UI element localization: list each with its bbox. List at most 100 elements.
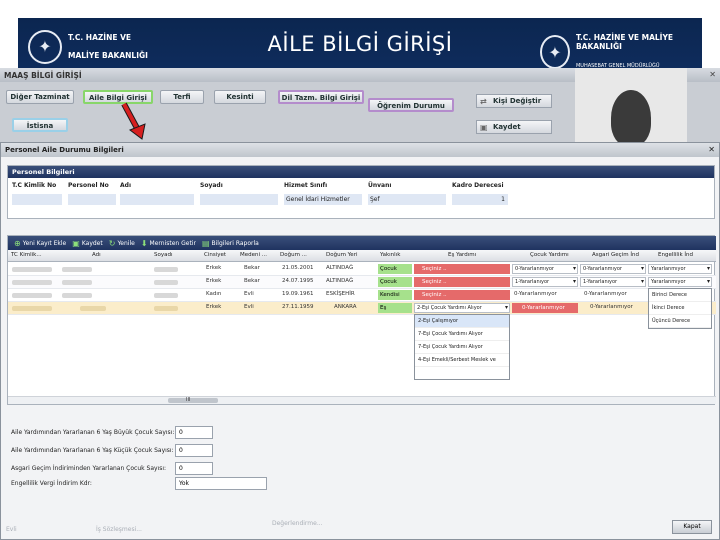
ghost-text-left: Evli	[6, 526, 17, 533]
close-icon[interactable]: ✕	[708, 145, 715, 154]
col-medeni[interactable]: Medeni ...	[240, 252, 267, 258]
yenile-button[interactable]: ↻ Yenile	[109, 239, 135, 248]
istisna-button[interactable]: İstisna	[12, 118, 68, 132]
table-row-selected[interactable]: Erkek Evli 27.11.1959 ANKARA Eş 2-Eşi Ço…	[8, 302, 716, 315]
col-dogum[interactable]: Doğum ...	[280, 252, 307, 258]
dil-tazminat-button[interactable]: Dil Tazm. Bilgi Girişi	[278, 90, 364, 104]
buyuk-cocuk-input[interactable]: 0	[175, 426, 213, 439]
redacted-soyadi	[154, 267, 178, 272]
engellilik-option[interactable]: Üçüncü Derece	[649, 315, 711, 328]
redacted-tc	[12, 293, 52, 298]
kucuk-cocuk-label: Aile Yardımından Yararlanan 6 Yaş Küçük …	[11, 447, 174, 454]
cell-yakinlik[interactable]: Kendisi	[378, 290, 412, 300]
col-adi[interactable]: Adı	[92, 252, 101, 258]
cell-cinsiyet: Erkek	[206, 278, 222, 284]
cell-medeni: Bekar	[244, 265, 260, 271]
engellilik-option[interactable]: Birinci Derece	[649, 289, 711, 302]
person-swap-icon: ⇄	[480, 97, 487, 106]
kucuk-cocuk-input[interactable]: 0	[175, 444, 213, 457]
kisi-degistir-button[interactable]: ⇄ Kişi Değiştir	[476, 94, 552, 108]
col-es-yardimi[interactable]: Eş Yardımı	[448, 252, 476, 258]
kaydet-button[interactable]: ▣ Kaydet	[476, 120, 552, 134]
cell-yakinlik[interactable]: Çocuk	[378, 277, 412, 287]
avatar	[611, 90, 651, 146]
es-yardimi-select[interactable]: 2-Eşi Çocuk Yardımı Alıyor	[414, 303, 510, 313]
engellilik-select[interactable]: Yararlanmıyor	[648, 277, 712, 287]
asgari-gecim-select[interactable]: 0-Yararlanmıyor	[580, 264, 646, 274]
cell-cinsiyet: Kadın	[206, 291, 222, 297]
bilgileri-raporla-button[interactable]: ▤ Bilgileri Raporla	[202, 239, 259, 248]
kisi-degistir-label: Kişi Değiştir	[493, 97, 542, 105]
window-title-text: MAAŞ BİLGİ GİRİŞİ	[4, 71, 82, 80]
terfi-button[interactable]: Terfi	[160, 90, 204, 104]
col-yakinlik[interactable]: Yakınlık	[380, 252, 400, 258]
grid-column-headers: TC Kimlik... Adı Soyadı Cinsiyet Medeni …	[8, 250, 716, 262]
col-cinsiyet[interactable]: Cinsiyet	[204, 252, 226, 258]
table-row[interactable]: Erkek Bekar 21.05.2001 ALTINDAĞ Çocuk Se…	[8, 263, 716, 276]
close-icon[interactable]: ✕	[709, 70, 716, 79]
yeni-kayit-button[interactable]: ⊕ Yeni Kayıt Ekle	[14, 239, 66, 248]
es-yardimi-option[interactable]: 2-Eşi Çalışmıyor	[415, 315, 509, 328]
soyadi-value	[200, 194, 278, 205]
personel-no-label: Personel No	[68, 182, 109, 189]
refresh-icon: ↻	[108, 238, 116, 248]
table-row[interactable]: Erkek Bekar 24.07.1995 ALTINDAĞ Çocuk Se…	[8, 276, 716, 289]
asgari-gecim-select[interactable]: 1-Yararlanıyor	[580, 277, 646, 287]
asgari-cocuk-label: Asgari Geçim İndiriminden Yararlanan Çoc…	[11, 465, 167, 472]
unvani-value: Şef	[368, 194, 446, 205]
redacted-tc	[12, 267, 52, 272]
cell-dogum-yeri: ANKARA	[334, 304, 357, 310]
es-yardimi-option[interactable]: 4-Eşi Emekli/Serbest Meslek ve	[415, 354, 509, 367]
diger-tazminat-button[interactable]: Diğer Tazminat	[6, 90, 74, 104]
aile-grid-panel: ⊕ Yeni Kayıt Ekle ▣ Kaydet ↻ Yenile ⬇ Mernis…	[7, 235, 716, 405]
es-yardimi-option[interactable]: 7-Eşi Çocuk Yardımı Alıyor	[415, 328, 509, 341]
cell-cocuk-yardimi[interactable]: 0-Yararlanmıyor	[512, 303, 578, 313]
cell-cocuk-yardimi[interactable]: 0-Yararlanmıyor	[514, 291, 557, 297]
cocuk-yardimi-select[interactable]: 0-Yararlanmıyor	[512, 264, 578, 274]
personel-no-value	[68, 194, 116, 205]
mernisten-getir-button[interactable]: ⬇ Mernisten Getir	[141, 239, 196, 248]
cocuk-yardimi-select[interactable]: 1-Yararlanıyor	[512, 277, 578, 287]
red-arrow-annotation	[121, 102, 146, 140]
add-icon: ⊕	[14, 238, 21, 248]
engellilik-option[interactable]: İkinci Derece	[649, 302, 711, 315]
table-row[interactable]: Kadın Evli 19.09.1961 ESKİŞEHİR Kendisi …	[8, 289, 716, 302]
col-engellilik[interactable]: Engellilik İnd	[658, 252, 693, 258]
col-asgari-gecim[interactable]: Asgari Geçim İnd	[592, 252, 639, 258]
cell-es-yardimi[interactable]: Seçiniz ..	[414, 264, 510, 274]
kaydet-label: Kaydet	[493, 123, 521, 131]
hizmet-sinifi-label: Hizmet Sınıfı	[284, 182, 328, 189]
kesinti-button[interactable]: Kesinti	[214, 90, 266, 104]
horizontal-scrollbar[interactable]: III	[8, 396, 716, 404]
es-yardimi-option[interactable]: 7-Eşi Çocuk Yardımı Alıyor	[415, 341, 509, 354]
kadro-derecesi-label: Kadro Derecesi	[452, 182, 504, 189]
cell-asgari-gecim[interactable]: 0-Yararlanmıyor	[584, 291, 627, 297]
grid-kaydet-button[interactable]: ▣ Kaydet	[72, 239, 102, 248]
cell-asgari-gecim[interactable]: 0-Yararlanmıyor	[590, 304, 633, 310]
kadro-derecesi-value: 1	[452, 194, 508, 205]
cell-yakinlik[interactable]: Eş	[378, 303, 412, 313]
col-cocuk-yardimi[interactable]: Çocuk Yardımı	[530, 252, 569, 258]
scrollbar-thumb[interactable]	[168, 398, 218, 403]
cell-yakinlik[interactable]: Çocuk	[378, 264, 412, 274]
download-icon: ⬇	[140, 238, 148, 248]
ministry-emblem-icon: ✦	[540, 35, 570, 69]
cell-es-yardimi[interactable]: Seçiniz ..	[414, 277, 510, 287]
redacted-adi	[62, 293, 92, 298]
personnel-photo	[575, 68, 687, 148]
engellilik-select[interactable]: Yararlanmıyor	[648, 264, 712, 274]
asgari-cocuk-input[interactable]: 0	[175, 462, 213, 475]
cell-cinsiyet: Erkek	[206, 304, 222, 310]
kapat-button[interactable]: Kapat	[672, 520, 712, 534]
col-soyadi[interactable]: Soyadı	[154, 252, 173, 258]
redacted-adi	[62, 267, 92, 272]
col-dogum-yeri[interactable]: Doğum Yeri	[326, 252, 358, 258]
redacted-tc	[12, 280, 52, 285]
cell-dogum-yeri: ALTINDAĞ	[326, 278, 354, 284]
ogrenim-durumu-button[interactable]: Öğrenim Durumu	[368, 98, 454, 112]
col-tc[interactable]: TC Kimlik...	[11, 252, 42, 258]
cell-es-yardimi[interactable]: Seçiniz ..	[414, 290, 510, 300]
cell-dogum: 24.07.1995	[282, 278, 314, 284]
dialog-title: Personel Aile Durumu Bilgileri ✕	[1, 143, 719, 157]
engellilik-input[interactable]: Yok	[175, 477, 267, 490]
